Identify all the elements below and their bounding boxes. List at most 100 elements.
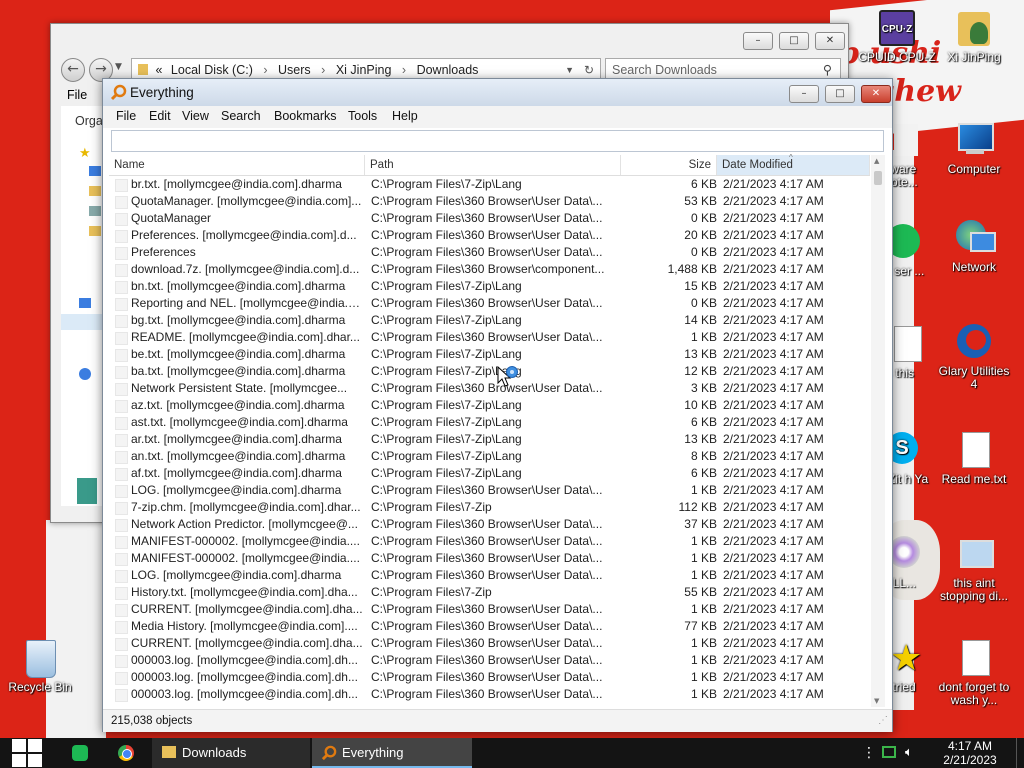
vertical-scrollbar[interactable]: ▲ ▼ (871, 155, 885, 707)
everything-search-input[interactable] (111, 130, 884, 152)
result-row[interactable]: History.txt. [mollymcgee@india.com].dha.… (109, 584, 870, 601)
minimize-button[interactable]: – (743, 32, 773, 50)
scroll-down-icon[interactable]: ▼ (874, 697, 879, 705)
result-name: Media History. [mollymcgee@india.com]...… (131, 619, 358, 633)
desktop-folder-icon (89, 166, 101, 176)
desktop-icon-network[interactable]: Network (934, 218, 1014, 274)
desktop-icon-recycle-bin[interactable]: Recycle Bin (0, 638, 80, 694)
result-row[interactable]: download.7z. [mollymcgee@india.com].d...… (109, 261, 870, 278)
scrollbar-thumb[interactable] (874, 171, 882, 185)
network-tray-icon[interactable] (882, 746, 896, 758)
result-row[interactable]: ar.txt. [mollymcgee@india.com].dharma C:\… (109, 431, 870, 448)
result-row[interactable]: LOG. [mollymcgee@india.com].dharma C:\Pro… (109, 567, 870, 584)
column-header-path[interactable]: Path (365, 155, 621, 175)
desktop-icon-shortcut[interactable]: this aint stopping di... (934, 534, 1014, 603)
file-icon (115, 434, 128, 447)
breadcrumb-item[interactable]: Local Disk (C:) (171, 63, 253, 77)
maximize-button[interactable]: □ (779, 32, 809, 50)
file-icon (115, 587, 128, 600)
result-row[interactable]: 000003.log. [mollymcgee@india.com].dh...… (109, 652, 870, 669)
result-row[interactable]: Preferences C:\Program Files\360 Browser\… (109, 244, 870, 261)
scroll-up-icon[interactable]: ▲ (874, 157, 879, 165)
result-row[interactable]: CURRENT. [mollymcgee@india.com].dha... C:… (109, 635, 870, 652)
result-row[interactable]: Media History. [mollymcgee@india.com]...… (109, 618, 870, 635)
menu-search[interactable]: Search (221, 109, 261, 123)
result-size: 37 KB (684, 517, 717, 531)
breadcrumb-item[interactable]: Downloads (417, 63, 479, 77)
taskbar-app-chat[interactable] (62, 738, 98, 768)
close-button[interactable]: ✕ (861, 85, 891, 103)
result-row[interactable]: 7-zip.chm. [mollymcgee@india.com].dhar..… (109, 499, 870, 516)
result-row[interactable]: az.txt. [mollymcgee@india.com].dharma C:\… (109, 397, 870, 414)
result-row[interactable]: README. [mollymcgee@india.com].dhar... C:… (109, 329, 870, 346)
result-row[interactable]: br.txt. [mollymcgee@india.com].dharma C:\… (109, 176, 870, 193)
result-path: C:\Program Files\360 Browser\User Data\.… (371, 330, 603, 344)
result-row[interactable]: Network Action Predictor. [mollymcgee@..… (109, 516, 870, 533)
result-name: 7-zip.chm. [mollymcgee@india.com].dhar..… (131, 500, 361, 514)
result-row[interactable]: Network Persistent State. [mollymcgee...… (109, 380, 870, 397)
start-button[interactable] (0, 738, 52, 768)
organize-button[interactable]: Orga (75, 114, 103, 128)
breadcrumb-item[interactable]: Xi JinPing (336, 63, 392, 77)
result-row[interactable]: Reporting and NEL. [mollymcgee@india.c..… (109, 295, 870, 312)
column-header-date-modified[interactable]: Date Modified ^ (717, 153, 870, 175)
maximize-button[interactable]: □ (825, 85, 855, 103)
volume-icon[interactable]: 🔈︎ (905, 744, 913, 762)
result-row[interactable]: af.txt. [mollymcgee@india.com].dharma C:\… (109, 465, 870, 482)
result-name: Network Action Predictor. [mollymcgee@..… (131, 517, 358, 531)
result-name: Preferences (131, 245, 196, 259)
result-row[interactable]: ba.txt. [mollymcgee@india.com].dharma C:\… (109, 363, 870, 380)
desktop-icon-readme[interactable]: Read me.txt (934, 430, 1014, 486)
desktop-icon-xi-jinping[interactable]: Xi JinPing (934, 8, 1014, 64)
menu-edit[interactable]: Edit (149, 109, 171, 123)
result-row[interactable]: MANIFEST-000002. [mollymcgee@india.... C:… (109, 550, 870, 567)
close-button[interactable]: ✕ (815, 32, 845, 50)
result-row[interactable]: be.txt. [mollymcgee@india.com].dharma C:\… (109, 346, 870, 363)
result-path: C:\Program Files\360 Browser\User Data\.… (371, 483, 603, 497)
menu-tools[interactable]: Tools (348, 109, 377, 123)
result-row[interactable]: MANIFEST-000002. [mollymcgee@india.... C:… (109, 533, 870, 550)
show-desktop-button[interactable] (1016, 738, 1024, 768)
desktop-icon-glary[interactable]: Glary Utilities 4 (934, 322, 1014, 391)
result-row[interactable]: QuotaManager. [mollymcgee@india.com]... C… (109, 193, 870, 210)
menu-help[interactable]: Help (392, 109, 418, 123)
desktop-icon-label: Xi JinPing (947, 50, 1001, 64)
taskbar-app-chrome[interactable] (108, 738, 144, 768)
column-header-name[interactable]: Name (109, 155, 365, 175)
breadcrumb-item[interactable]: Users (278, 63, 311, 77)
result-row[interactable]: ast.txt. [mollymcgee@india.com].dharma C:… (109, 414, 870, 431)
desktop-icon-label: tried (892, 680, 916, 694)
menu-view[interactable]: View (182, 109, 209, 123)
taskbar-clock[interactable]: 4:17 AM 2/21/2023 (940, 739, 1000, 767)
minimize-button[interactable]: – (789, 85, 819, 103)
result-name: az.txt. [mollymcgee@india.com].dharma (131, 398, 345, 412)
menu-file[interactable]: File (116, 109, 136, 123)
everything-window[interactable]: Everything – □ ✕ File Edit View Search B… (102, 78, 893, 732)
result-row[interactable]: 000003.log. [mollymcgee@india.com].dh...… (109, 686, 870, 703)
desktop-icon-cpuz[interactable]: CPU·Z CPUID CPU-Z (857, 8, 937, 64)
result-row[interactable]: bg.txt. [mollymcgee@india.com].dharma C:\… (109, 312, 870, 329)
result-size: 1 KB (690, 534, 717, 548)
file-icon (115, 621, 128, 634)
taskbar-task-everything[interactable]: Everything (312, 738, 472, 768)
result-row[interactable]: CURRENT. [mollymcgee@india.com].dha... C:… (109, 601, 870, 618)
desktop-icon-dont-forget[interactable]: dont forget to wash y... (934, 638, 1014, 707)
desktop-icon-computer[interactable]: Computer (934, 120, 1014, 176)
back-button[interactable]: ← (61, 58, 85, 82)
resize-grip-icon[interactable]: ⋰ (878, 710, 888, 732)
results-list[interactable]: br.txt. [mollymcgee@india.com].dharma C:\… (109, 176, 870, 706)
result-row[interactable]: QuotaManager C:\Program Files\360 Browser… (109, 210, 870, 227)
explorer-titlebar[interactable] (51, 24, 848, 54)
taskbar-task-downloads[interactable]: Downloads (152, 738, 310, 768)
result-path: C:\Program Files\360 Browser\User Data\.… (371, 245, 603, 259)
result-row[interactable]: 000003.log. [mollymcgee@india.com].dh...… (109, 669, 870, 686)
column-header-size[interactable]: Size (621, 155, 717, 175)
recent-dropdown-icon[interactable]: ▼ (115, 62, 122, 72)
everything-titlebar[interactable]: Everything – □ ✕ (103, 79, 892, 106)
more-options-icon[interactable]: ⋮ (862, 744, 876, 762)
result-row[interactable]: an.txt. [mollymcgee@india.com].dharma C:\… (109, 448, 870, 465)
result-row[interactable]: bn.txt. [mollymcgee@india.com].dharma C:\… (109, 278, 870, 295)
result-row[interactable]: Preferences. [mollymcgee@india.com].d...… (109, 227, 870, 244)
menu-bookmarks[interactable]: Bookmarks (274, 109, 337, 123)
result-row[interactable]: LOG. [mollymcgee@india.com].dharma C:\Pro… (109, 482, 870, 499)
